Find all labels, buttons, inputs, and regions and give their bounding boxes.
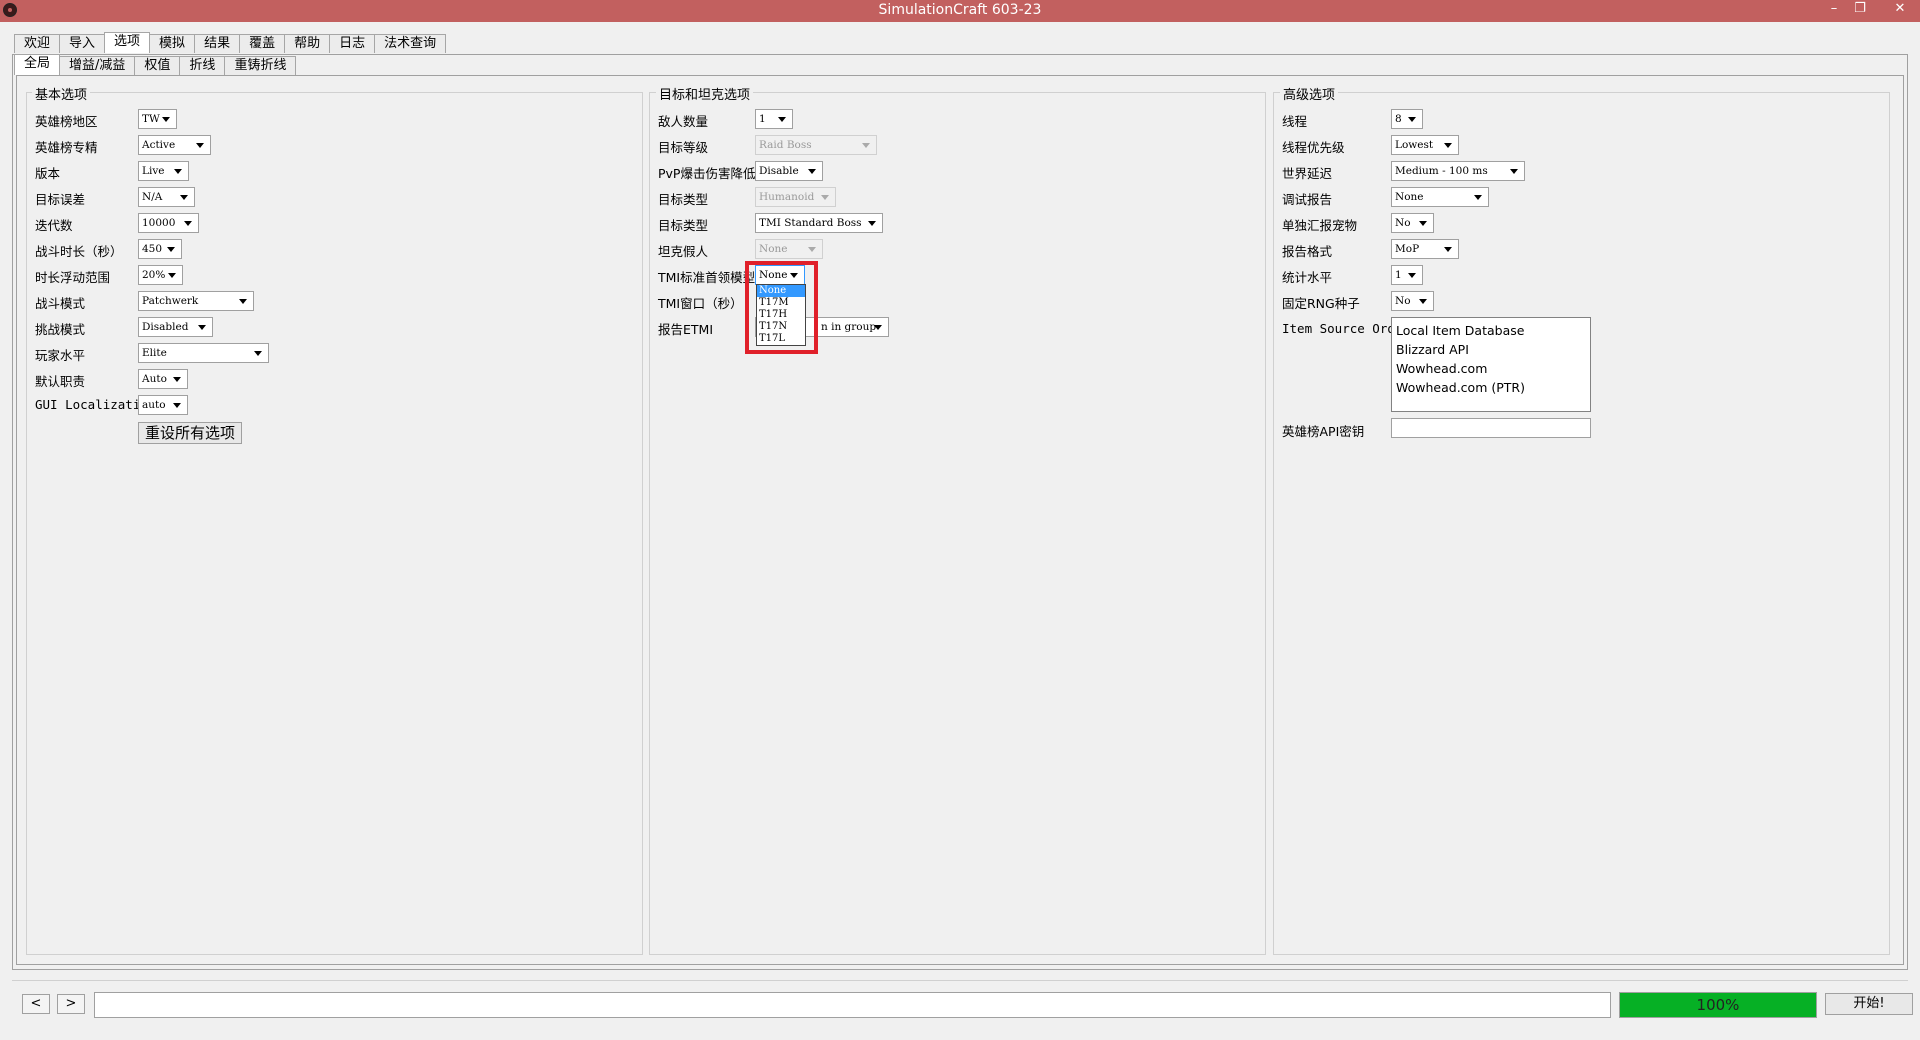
challenge-mode-select[interactable]: Disabled (138, 317, 213, 337)
target-error-select[interactable]: N/A (138, 187, 195, 207)
list-item[interactable]: Blizzard API (1396, 340, 1586, 359)
fight-length-select[interactable]: 450 (138, 239, 182, 259)
tank-dummy-label: 坦克假人 (658, 244, 709, 259)
target-options-group (649, 92, 1266, 955)
fight-style-label: 战斗模式 (35, 296, 86, 311)
tab-help[interactable]: 帮助 (284, 34, 331, 53)
version-label: 版本 (35, 166, 61, 181)
tab-plots[interactable]: 折线 (179, 56, 226, 75)
report-format-label: 报告格式 (1282, 244, 1333, 259)
thread-priority-select[interactable]: Lowest (1391, 135, 1459, 155)
tab-simulate[interactable]: 模拟 (149, 34, 196, 53)
fight-variance-select[interactable]: 20% (138, 265, 183, 285)
list-item[interactable]: Local Item Database (1396, 321, 1586, 340)
enemy-count-label: 敌人数量 (658, 114, 709, 129)
target-level-label: 目标等级 (658, 140, 709, 155)
red-highlight-box (745, 261, 818, 354)
tmi-window-label: TMI窗口（秒） (658, 296, 743, 311)
tab-spell-query[interactable]: 法术查询 (374, 34, 447, 53)
report-format-select[interactable]: MoP (1391, 239, 1459, 259)
challenge-mode-label: 挑战模式 (35, 322, 86, 337)
tab-options[interactable]: 选项 (104, 32, 151, 53)
tab-scaling[interactable]: 权值 (134, 56, 181, 75)
target-type-label: 目标类型 (658, 218, 709, 233)
target-race-select[interactable]: Humanoid (755, 187, 836, 207)
world-lag-select[interactable]: Medium - 100 ms (1391, 161, 1525, 181)
back-button[interactable]: < (22, 994, 50, 1014)
tank-dummy-select[interactable]: None (755, 239, 823, 259)
tab-buffs-debuffs[interactable]: 增益/减益 (59, 56, 136, 75)
statistics-level-select[interactable]: 1 (1391, 265, 1423, 285)
command-line-input[interactable] (94, 992, 1611, 1018)
enemy-count-select[interactable]: 1 (755, 109, 793, 129)
armory-spec-select[interactable]: Active (138, 135, 211, 155)
fight-length-label: 战斗时长（秒） (35, 244, 123, 259)
default-role-select[interactable]: Auto (138, 369, 188, 389)
target-race-label: 目标类型 (658, 192, 709, 207)
report-pets-label: 单独汇报宠物 (1282, 218, 1358, 233)
reset-all-options-button[interactable]: 重设所有选项 (138, 422, 242, 444)
report-pets-select[interactable]: No (1391, 213, 1434, 233)
progress-bar: 100% (1619, 992, 1817, 1018)
minimize-button[interactable]: – (1820, 0, 1848, 20)
pvp-crit-damage-label: PvP爆击伤害降低 (658, 166, 756, 181)
world-lag-label: 世界延迟 (1282, 166, 1333, 181)
debug-report-select[interactable]: None (1391, 187, 1489, 207)
target-type-select[interactable]: TMI Standard Boss (755, 213, 883, 233)
tab-results[interactable]: 结果 (194, 34, 241, 53)
progress-text: 100% (1696, 996, 1740, 1014)
forward-button[interactable]: > (57, 994, 85, 1014)
iterations-select[interactable]: 10000 (138, 213, 199, 233)
tab-log[interactable]: 日志 (329, 34, 376, 53)
tmi-boss-label: TMI标准首领模型 (658, 270, 756, 285)
tab-welcome[interactable]: 欢迎 (14, 34, 61, 53)
tab-reforge-plots[interactable]: 重铸折线 (224, 56, 297, 75)
target-options-title: 目标和坦克选项 (656, 84, 754, 103)
report-etmi-label: 报告ETMI (658, 322, 714, 337)
armory-spec-label: 英雄榜专精 (35, 140, 98, 155)
statistics-level-label: 统计水平 (1282, 270, 1333, 285)
threads-label: 线程 (1282, 114, 1308, 129)
thread-priority-label: 线程优先级 (1282, 140, 1345, 155)
player-skill-label: 玩家水平 (35, 348, 86, 363)
player-skill-select[interactable]: Elite (138, 343, 269, 363)
item-source-list[interactable]: Local Item Database Blizzard API Wowhead… (1391, 317, 1591, 412)
armory-api-key-input[interactable] (1391, 418, 1591, 438)
main-tab-bar: 欢迎 导入 选项 模拟 结果 覆盖 帮助 日志 法术查询 (14, 32, 447, 53)
pvp-crit-damage-select[interactable]: Disable (755, 161, 823, 181)
list-item[interactable]: Wowhead.com (1396, 359, 1586, 378)
advanced-options-group (1273, 92, 1890, 955)
default-role-label: 默认职责 (35, 374, 86, 389)
tab-import[interactable]: 导入 (59, 34, 106, 53)
armory-api-key-label: 英雄榜API密钥 (1282, 424, 1365, 439)
armory-region-label: 英雄榜地区 (35, 114, 98, 129)
threads-select[interactable]: 8 (1391, 109, 1423, 129)
close-button[interactable]: ✕ (1886, 0, 1914, 20)
start-button[interactable]: 开始! (1825, 993, 1913, 1015)
tab-overrides[interactable]: 覆盖 (239, 34, 286, 53)
fight-variance-label: 时长浮动范围 (35, 270, 111, 285)
deterministic-rng-label: 固定RNG种子 (1282, 296, 1360, 311)
gui-localization-select[interactable]: auto (138, 395, 188, 415)
tab-global[interactable]: 全局 (14, 54, 61, 75)
armory-region-select[interactable]: TW (138, 109, 177, 129)
sub-tab-bar: 全局 增益/减益 权值 折线 重铸折线 (14, 54, 297, 75)
basic-options-group (26, 92, 643, 955)
list-item[interactable]: Wowhead.com (PTR) (1396, 378, 1586, 397)
fight-style-select[interactable]: Patchwerk (138, 291, 254, 311)
advanced-options-title: 高级选项 (1280, 84, 1339, 103)
iterations-label: 迭代数 (35, 218, 73, 233)
version-select[interactable]: Live (138, 161, 189, 181)
basic-options-title: 基本选项 (32, 84, 91, 103)
target-level-select[interactable]: Raid Boss (755, 135, 877, 155)
restore-button[interactable]: ❐ (1846, 0, 1874, 20)
deterministic-rng-select[interactable]: No (1391, 291, 1434, 311)
debug-report-label: 调试报告 (1282, 192, 1333, 207)
window-title: SimulationCraft 603-23 (878, 2, 1042, 18)
target-error-label: 目标误差 (35, 192, 86, 207)
title-bar: SimulationCraft 603-23 – ❐ ✕ (0, 0, 1920, 22)
